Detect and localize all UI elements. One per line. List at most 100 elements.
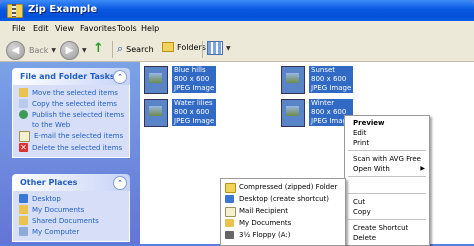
- file-folder-tasks-header[interactable]: File and Folder Tasks ⌃: [12, 68, 130, 85]
- submenu-arrow-icon: ▶: [420, 181, 425, 188]
- menu-favorites[interactable]: Favorites: [80, 24, 116, 33]
- explorer-window: Zip Example File Edit View Favorites Too…: [0, 0, 474, 246]
- title-bar[interactable]: Zip Example: [0, 0, 474, 21]
- up-folder-button[interactable]: ↑: [93, 41, 104, 56]
- collapse-chevron-icon[interactable]: ⌃: [113, 70, 127, 84]
- place-desktop[interactable]: Desktop: [13, 194, 129, 204]
- menu-tools[interactable]: Tools: [117, 24, 137, 33]
- task-label: Publish the selected items to the Web: [32, 111, 125, 129]
- other-places-panel: Other Places ⌃ Desktop My Documents Shar…: [12, 174, 130, 242]
- menu-label: Send To: [353, 181, 381, 189]
- menu-label: Cut: [353, 198, 366, 206]
- file-folder-tasks-panel: File and Folder Tasks ⌃ Move the selecte…: [12, 68, 130, 158]
- place-label: Desktop: [32, 195, 61, 203]
- menu-label: Edit: [353, 129, 367, 137]
- image-file-icon: [144, 66, 168, 94]
- menu-separator: [348, 176, 426, 177]
- views-dropdown-icon[interactable]: ▼: [226, 45, 231, 52]
- folder-icon: [225, 219, 234, 227]
- context-menu: Preview Edit Print Scan with AVG Free Op…: [344, 115, 430, 246]
- toolbar-separator: [112, 41, 113, 58]
- file-dims: 800 x 600: [174, 108, 210, 116]
- back-arrow-icon: ◀: [6, 41, 25, 60]
- computer-icon: [19, 227, 28, 236]
- zip-folder-icon: [225, 183, 236, 193]
- other-places-header[interactable]: Other Places ⌃: [12, 174, 130, 191]
- copy-icon: [19, 99, 28, 108]
- menu-label: Scan with AVG Free: [353, 155, 421, 163]
- menu-label: My Documents: [239, 219, 292, 227]
- task-label: Delete the selected items: [32, 144, 123, 152]
- file-name: Water lilies: [174, 99, 213, 107]
- file-type: JPEG Image: [174, 84, 215, 92]
- menu-bar: File Edit View Favorites Tools Help: [0, 21, 474, 39]
- globe-icon: [19, 110, 28, 119]
- place-label: My Computer: [32, 228, 80, 236]
- menu-label: Delete: [353, 234, 376, 242]
- task-pane: File and Folder Tasks ⌃ Move the selecte…: [0, 62, 140, 244]
- desktop-icon: [225, 195, 234, 203]
- places-list: Desktop My Documents Shared Documents My…: [12, 191, 130, 242]
- task-label: Move the selected items: [32, 89, 118, 97]
- send-to-submenu: Compressed (zipped) Folder Desktop (crea…: [220, 178, 346, 246]
- folders-button[interactable]: Folders: [162, 42, 206, 52]
- file-label: Water lilies 800 x 600 JPEG Image: [172, 99, 217, 126]
- menu-file[interactable]: File: [12, 24, 25, 33]
- image-file-icon: [144, 99, 168, 127]
- menu-label: 3½ Floppy (A:): [239, 231, 291, 239]
- image-file-icon: [281, 66, 305, 94]
- forward-button[interactable]: ▶ ▼: [60, 41, 87, 60]
- menu-separator: [348, 219, 426, 220]
- place-shared-documents[interactable]: Shared Documents: [13, 216, 129, 226]
- menu-view[interactable]: View: [55, 24, 74, 33]
- back-label: Back: [29, 46, 49, 55]
- task-label: Copy the selected items: [32, 100, 117, 108]
- task-copy[interactable]: Copy the selected items: [13, 99, 129, 109]
- delete-icon: ✕: [19, 143, 28, 152]
- window-title: Zip Example: [28, 4, 98, 15]
- zip-folder-icon: [7, 4, 23, 18]
- file-name: Sunset: [311, 66, 336, 74]
- menu-label: Print: [353, 139, 370, 147]
- search-label: Search: [126, 44, 154, 54]
- menu-label: Preview: [353, 119, 385, 127]
- desktop-icon: [19, 194, 28, 203]
- menu-edit[interactable]: Edit: [33, 24, 49, 33]
- panel-title: Other Places: [20, 178, 78, 187]
- place-my-documents[interactable]: My Documents: [13, 205, 129, 215]
- menu-label: Open With: [353, 165, 390, 173]
- file-name: Winter: [311, 99, 335, 107]
- file-name: Blue hills: [174, 66, 206, 74]
- folder-icon: [19, 205, 28, 214]
- menu-separator: [348, 150, 426, 151]
- file-item[interactable]: Sunset 800 x 600 JPEG Image: [281, 66, 381, 96]
- email-icon: [19, 131, 30, 142]
- toolbar-separator: [202, 41, 203, 58]
- task-publish[interactable]: Publish the selected items to the Web: [13, 110, 129, 130]
- menu-label: Copy: [353, 208, 371, 216]
- search-button[interactable]: ⌕ Search: [117, 42, 154, 56]
- back-button[interactable]: ◀ Back ▼: [6, 41, 56, 60]
- place-my-computer[interactable]: My Computer: [13, 227, 129, 237]
- file-label: Sunset 800 x 600 JPEG Image: [309, 66, 354, 93]
- search-icon: ⌕: [117, 42, 124, 55]
- menu-help[interactable]: Help: [141, 24, 159, 33]
- back-dropdown-icon[interactable]: ▼: [51, 47, 56, 54]
- menu-label: Compressed (zipped) Folder: [239, 183, 338, 191]
- move-icon: [19, 88, 28, 97]
- file-item[interactable]: Water lilies 800 x 600 JPEG Image: [144, 99, 244, 129]
- task-label: E-mail the selected items: [34, 132, 124, 140]
- file-item[interactable]: Blue hills 800 x 600 JPEG Image: [144, 66, 244, 96]
- mail-icon: [225, 207, 236, 217]
- toolbar: ◀ Back ▼ ▶ ▼ ↑ ⌕ Search Folders ▼: [0, 38, 474, 62]
- task-move[interactable]: Move the selected items: [13, 88, 129, 98]
- file-label: Blue hills 800 x 600 JPEG Image: [172, 66, 217, 93]
- views-button[interactable]: ▼: [207, 41, 231, 55]
- collapse-chevron-icon[interactable]: ⌃: [113, 176, 127, 190]
- forward-dropdown-icon[interactable]: ▼: [82, 47, 87, 54]
- task-email[interactable]: E-mail the selected items: [13, 131, 129, 142]
- floppy-icon: [225, 231, 234, 239]
- file-dims: 800 x 600: [174, 75, 210, 83]
- task-delete[interactable]: ✕ Delete the selected items: [13, 143, 129, 153]
- forward-arrow-icon: ▶: [60, 41, 79, 60]
